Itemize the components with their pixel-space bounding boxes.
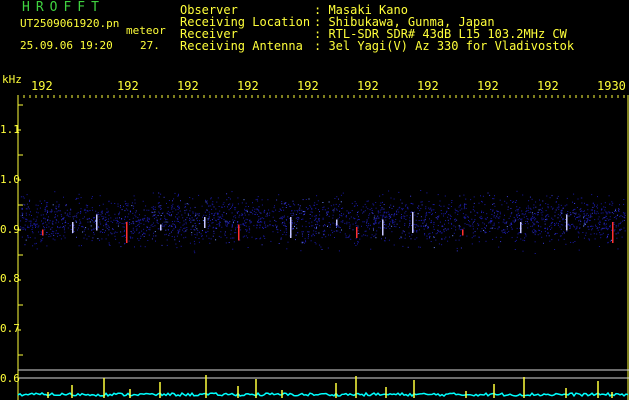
y-tick-label: 1.0 bbox=[0, 173, 20, 186]
noise-band bbox=[20, 190, 626, 254]
meteor-count: 27. bbox=[140, 39, 160, 52]
meteor-echo bbox=[382, 219, 384, 236]
y-axis-unit-label: kHz bbox=[2, 73, 22, 86]
x-tick-label: 192 bbox=[177, 79, 199, 93]
observation-datetime: 25.09.06 19:20 bbox=[20, 39, 113, 52]
x-tick-label: 192 bbox=[357, 79, 379, 93]
meteor-label: meteor bbox=[126, 24, 166, 37]
x-tick-label: 192 bbox=[537, 79, 559, 93]
x-tick-label: 192 bbox=[31, 79, 53, 93]
meteor-echo bbox=[238, 224, 240, 241]
meteor-echo bbox=[96, 214, 98, 231]
meteor-echo bbox=[290, 217, 292, 238]
meteor-echo bbox=[42, 229, 44, 236]
meteor-echo bbox=[72, 222, 74, 233]
meteor-echo bbox=[566, 214, 568, 231]
x-tick-label: 192 bbox=[417, 79, 439, 93]
spectrogram-plot bbox=[17, 95, 629, 400]
y-tick-label: 1.1 bbox=[0, 123, 20, 136]
meteor-echo bbox=[356, 227, 358, 238]
y-tick-label: 0.9 bbox=[0, 223, 20, 236]
x-tick-label: 192 bbox=[237, 79, 259, 93]
meteor-echo bbox=[412, 212, 414, 233]
antenna-value: : 3el Yagi(V) Az 330 for Vladivostok bbox=[314, 39, 575, 53]
meteor-echo bbox=[520, 222, 522, 233]
meteor-echo bbox=[336, 219, 338, 226]
meteor-echo bbox=[462, 229, 464, 236]
meteor-echo bbox=[160, 224, 162, 231]
y-tick-label: 0.8 bbox=[0, 272, 20, 285]
meteor-echo bbox=[126, 222, 128, 243]
x-tick-label: 192 bbox=[117, 79, 139, 93]
meteor-echo bbox=[612, 222, 614, 243]
x-tick-label: 192 bbox=[477, 79, 499, 93]
app-logo: HROFFT bbox=[22, 0, 105, 15]
antenna-key: Receiving Antenna bbox=[180, 39, 303, 53]
y-tick-label: 0.6 bbox=[0, 372, 20, 385]
x-tick-label: 1930 bbox=[597, 79, 626, 93]
amplitude-trace bbox=[17, 391, 629, 398]
y-tick-label: 0.7 bbox=[0, 322, 20, 335]
x-tick-label: 192 bbox=[297, 79, 319, 93]
file-name: UT2509061920.pn bbox=[20, 17, 120, 30]
meteor-echo bbox=[204, 217, 206, 228]
